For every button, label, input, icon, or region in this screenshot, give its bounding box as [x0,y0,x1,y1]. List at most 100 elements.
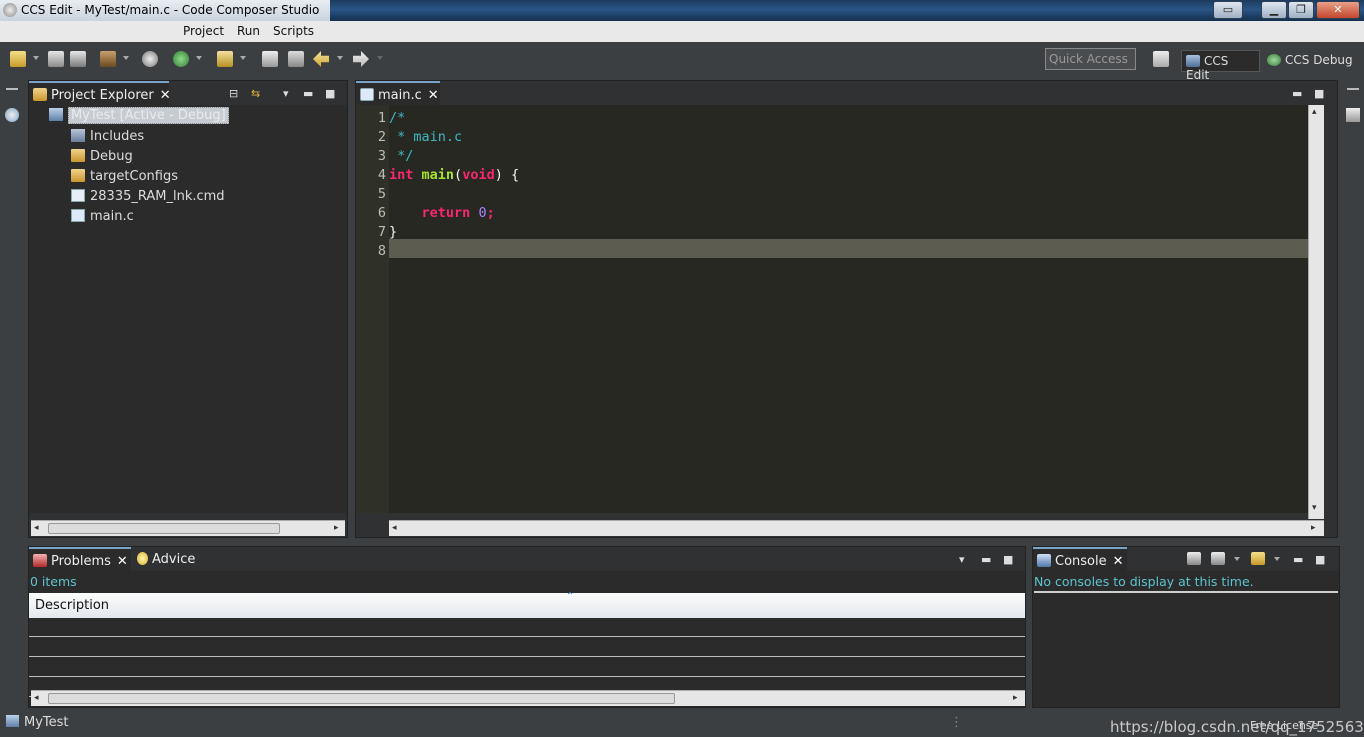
watermark-url: https://blog.csdn.net/qq_17525633 [1110,718,1364,736]
scroll-right-icon[interactable]: ▸ [334,523,339,533]
menu-project[interactable]: Project [183,24,224,38]
scroll-down-icon[interactable]: ▾ [1312,503,1317,513]
problems-hscrollbar[interactable]: ◂ ▸ [31,690,1025,706]
close-tab-icon[interactable]: ✕ [160,88,171,103]
minimize-view-icon[interactable]: ▬ [303,87,313,100]
menu-run[interactable]: Run [237,24,260,38]
restore-view-icon[interactable]: ▭ [1213,1,1243,19]
back-dropdown-icon[interactable] [337,56,343,60]
perspective-ccs-debug[interactable]: CCS Debug [1263,50,1358,72]
forward-dropdown-icon[interactable] [377,56,383,60]
scroll-up-icon[interactable]: ▴ [1312,107,1317,117]
sort-ascending-icon: ⌃ [566,591,575,602]
tab-project-explorer[interactable]: Project Explorer ✕ [29,81,171,105]
close-tab-icon[interactable]: ✕ [428,88,439,103]
column-header-description[interactable]: Description ⌃ [29,591,1025,618]
maximize-view-icon[interactable]: ■ [325,87,335,100]
code-line: 5 [356,185,1308,204]
new-dropdown-icon[interactable] [33,56,39,60]
forward-arrow-icon[interactable] [353,51,369,67]
line-number: 8 [377,243,386,259]
tab-main-c[interactable]: main.c ✕ [356,81,440,105]
restore-icon[interactable] [6,88,18,98]
status-project: MyTest [24,715,69,730]
folder-icon [71,149,85,162]
scroll-thumb[interactable] [48,693,675,704]
view-menu-icon[interactable]: ▾ [959,553,965,566]
tree-item-includes[interactable]: Includes [71,129,144,148]
code-editor[interactable]: 1/* 2 * main.c 3 */ 4 int main(void) { 5 … [356,105,1308,513]
scroll-left-icon[interactable]: ◂ [34,523,39,533]
quick-access-input[interactable]: Quick Access [1045,48,1136,70]
line-number: 4 [377,167,386,183]
tree-item-main-c[interactable]: main.c [71,209,134,228]
menu-scripts[interactable]: Scripts [273,24,314,38]
build-hammer-icon[interactable] [100,51,116,67]
ccs-debug-icon [1267,54,1281,66]
pin-console-icon[interactable] [1187,552,1201,565]
close-tab-icon[interactable]: ✕ [1113,554,1124,569]
tree-item-label: 28335_RAM_lnk.cmd [90,189,225,204]
explorer-hscrollbar[interactable]: ◂ ▸ [31,520,345,536]
search-icon[interactable] [142,51,158,67]
maximize-button[interactable]: ❐ [1288,1,1314,19]
save-all-icon[interactable] [70,51,86,67]
title-bar: CCS Edit - MyTest/main.c - Code Composer… [0,0,1364,21]
tab-console[interactable]: Console ✕ [1033,547,1127,571]
scroll-left-icon[interactable]: ◂ [34,693,39,703]
minimize-button[interactable]: ▁ [1261,1,1287,19]
project-folder-icon [6,715,19,727]
minimize-view-icon[interactable]: ▬ [1293,553,1303,566]
restore-icon-right[interactable] [1347,88,1359,98]
save-icon[interactable] [48,51,64,67]
scroll-right-icon[interactable]: ▸ [1013,693,1018,703]
perspective-ccs-edit[interactable]: CCS Edit [1181,50,1260,82]
editor-vscrollbar[interactable]: ▴ ▾ [1308,105,1324,519]
display-console-icon[interactable] [1211,552,1225,565]
line-number: 3 [377,148,386,164]
outline-view-icon[interactable] [1346,108,1360,122]
flash-dropdown-icon[interactable] [240,56,246,60]
debug-bug-icon[interactable] [173,51,189,67]
code-number: 0 [478,205,487,221]
open-console-icon[interactable] [1251,552,1265,565]
maximize-view-icon[interactable]: ■ [1314,87,1324,100]
build-dropdown-icon[interactable] [123,56,129,60]
maximize-view-icon[interactable]: ■ [1315,553,1325,566]
open-console-dropdown-icon[interactable] [1274,557,1280,561]
minimize-view-icon[interactable]: ▬ [981,553,991,566]
close-button[interactable]: ✕ [1316,1,1360,19]
back-arrow-icon[interactable] [313,51,329,67]
display-dropdown-icon[interactable] [1234,557,1240,561]
debug-dropdown-icon[interactable] [196,56,202,60]
scroll-thumb[interactable] [48,523,280,534]
close-tab-icon[interactable]: ✕ [117,554,128,569]
minimized-view-icon[interactable] [5,108,19,122]
tab-main-c-label: main.c [378,88,422,103]
tab-problems[interactable]: Problems ✕ [29,547,131,571]
view-menu-icon[interactable]: ▾ [283,87,289,100]
status-separator: ⋮ [950,715,963,730]
project-tree: MyTest [Active - Debug] Includes Debug t… [29,105,347,513]
tree-item-targetconfigs[interactable]: targetConfigs [71,169,178,188]
last-edit-icon[interactable] [288,51,304,67]
collapse-all-icon[interactable]: ⊟ [229,87,238,100]
maximize-view-icon[interactable]: ■ [1003,553,1013,566]
editor-panel: main.c ✕ ▬ ■ 1/* 2 * main.c 3 */ 4 int mai… [355,80,1338,538]
open-view-icon[interactable] [262,51,278,67]
editor-hscrollbar[interactable]: ◂ ▸ [389,520,1324,536]
tree-item-cmd-file[interactable]: 28335_RAM_lnk.cmd [71,189,225,208]
ccs-edit-icon [1186,55,1200,67]
tree-item-project[interactable]: MyTest [Active - Debug] [49,107,229,127]
tab-advice[interactable]: Advice [133,547,213,571]
open-perspective-icon[interactable] [1153,51,1169,67]
includes-icon [71,129,85,142]
tree-item-debug[interactable]: Debug [71,149,133,168]
scroll-left-icon[interactable]: ◂ [392,523,397,533]
line-number: 1 [377,110,386,126]
link-editor-icon[interactable]: ⇆ [251,87,260,100]
minimize-view-icon[interactable]: ▬ [1292,87,1302,100]
scroll-right-icon[interactable]: ▸ [1311,523,1316,533]
flash-brush-icon[interactable] [217,51,233,67]
new-icon[interactable] [10,51,26,67]
